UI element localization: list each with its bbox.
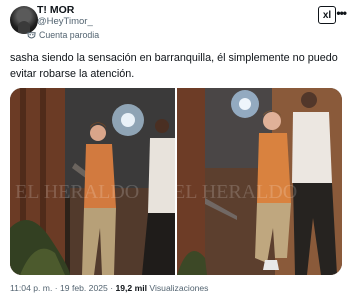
- tweet-meta: 11:04 p. m. · 19 feb. 2025 · 19,2 mil Vi…: [10, 283, 208, 293]
- meta-separator: ·: [54, 283, 58, 293]
- meta-separator: ·: [110, 283, 114, 293]
- photo-left[interactable]: EL HERALDO: [10, 88, 175, 275]
- views-count: 19,2 mil: [115, 283, 147, 293]
- more-options-icon[interactable]: •••: [336, 6, 347, 20]
- photo-left-image: EL HERALDO: [10, 88, 175, 275]
- watermark-left: EL HERALDO: [15, 181, 139, 203]
- media-grid[interactable]: EL HERALDO EL HERALDO: [10, 88, 342, 275]
- views-label: Visualizaciones: [149, 283, 209, 293]
- photo-right-image: EL HERALDO: [177, 88, 342, 275]
- tweet-text: sasha siendo la sensación en barranquill…: [10, 52, 338, 80]
- display-name[interactable]: T! MOR: [37, 4, 93, 16]
- parody-label: Cuenta parodia: [27, 30, 99, 40]
- grok-icon[interactable]: xl: [318, 6, 336, 24]
- photo-right[interactable]: EL HERALDO: [177, 88, 342, 275]
- handle[interactable]: @HeyTimor_: [37, 16, 93, 28]
- author-names: T! MOR @HeyTimor_: [37, 4, 93, 28]
- parody-text: Cuenta parodia: [39, 30, 100, 40]
- watermark-right: EL HERALDO: [177, 181, 297, 203]
- tweet-time[interactable]: 11:04 p. m.: [10, 283, 52, 293]
- tweet-date[interactable]: 19 feb. 2025: [60, 283, 108, 293]
- mask-icon: [27, 31, 36, 40]
